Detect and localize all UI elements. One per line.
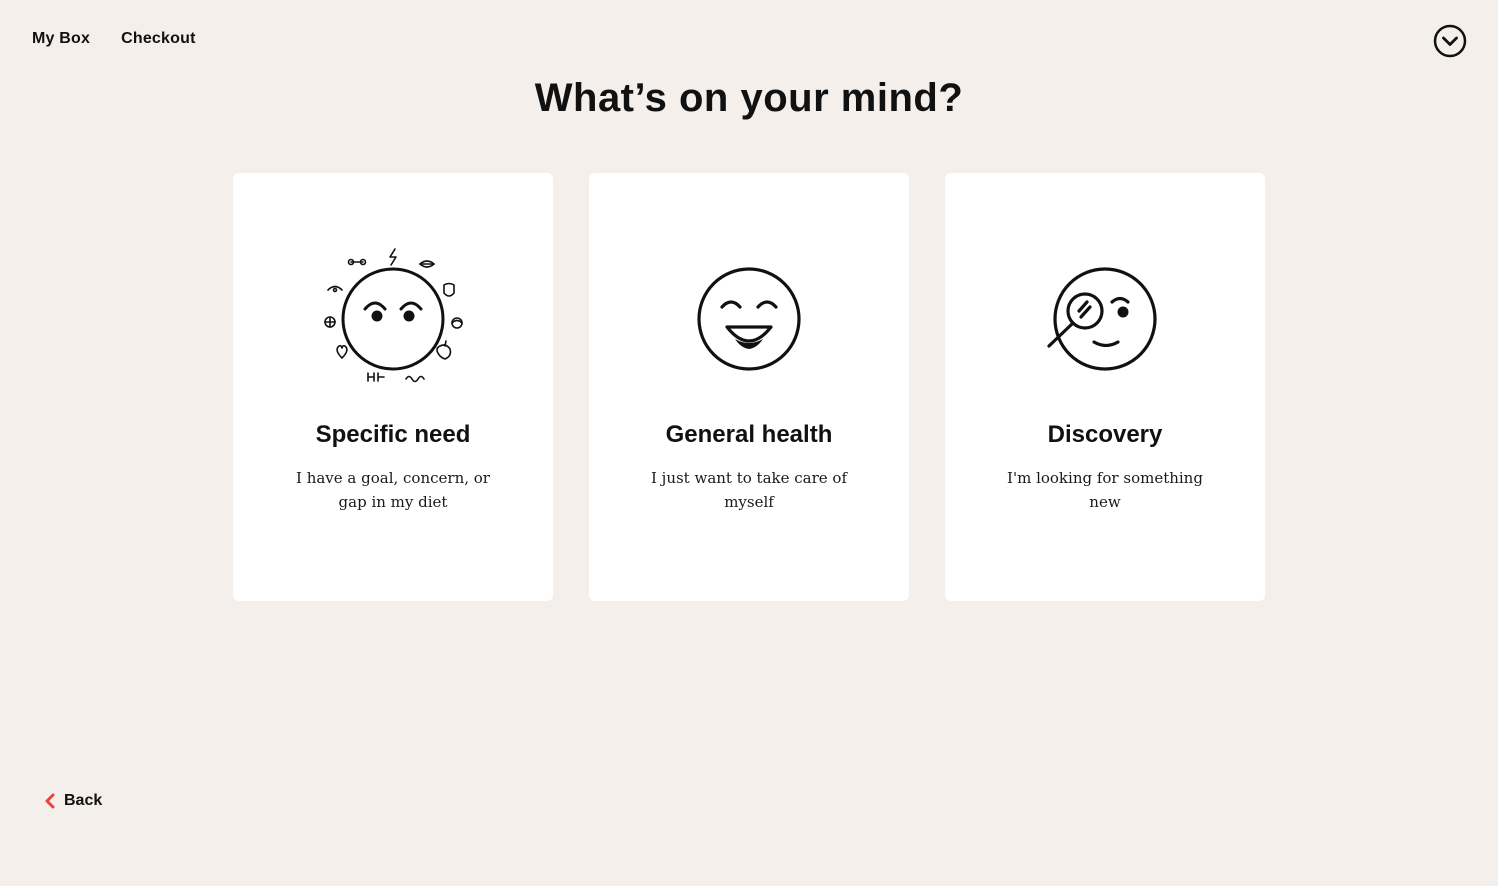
top-nav: My Box Checkout [32, 30, 196, 48]
smiling-face-icon [697, 267, 801, 371]
option-cards: Specific need I have a goal, concern, or… [233, 173, 1265, 601]
nav-link-my-box[interactable]: My Box [32, 30, 90, 48]
card-title: Discovery [1047, 421, 1163, 448]
magnifier-face-icon [1047, 267, 1157, 371]
card-title: General health [665, 421, 833, 448]
chevron-left-icon [45, 793, 55, 809]
card-description: I just want to take care of myself [650, 469, 847, 511]
specific-need-face-icon [324, 248, 463, 383]
card-specific-need[interactable]: Specific need I have a goal, concern, or… [233, 173, 553, 601]
chevron-down-circle-icon [1433, 24, 1467, 58]
card-description: I have a goal, concern, or gap in my die… [296, 469, 490, 511]
menu-toggle-button[interactable] [1433, 24, 1467, 58]
card-description: I'm looking for something new [1007, 469, 1203, 511]
page-title: What’s on your mind? [534, 76, 964, 120]
card-general-health[interactable]: General health I just want to take care … [589, 173, 909, 601]
card-title: Specific need [315, 421, 471, 448]
nav-link-checkout[interactable]: Checkout [121, 30, 196, 48]
card-discovery[interactable]: Discovery I'm looking for something new [945, 173, 1265, 601]
back-label: Back [64, 792, 103, 809]
back-button[interactable]: Back [44, 792, 102, 810]
